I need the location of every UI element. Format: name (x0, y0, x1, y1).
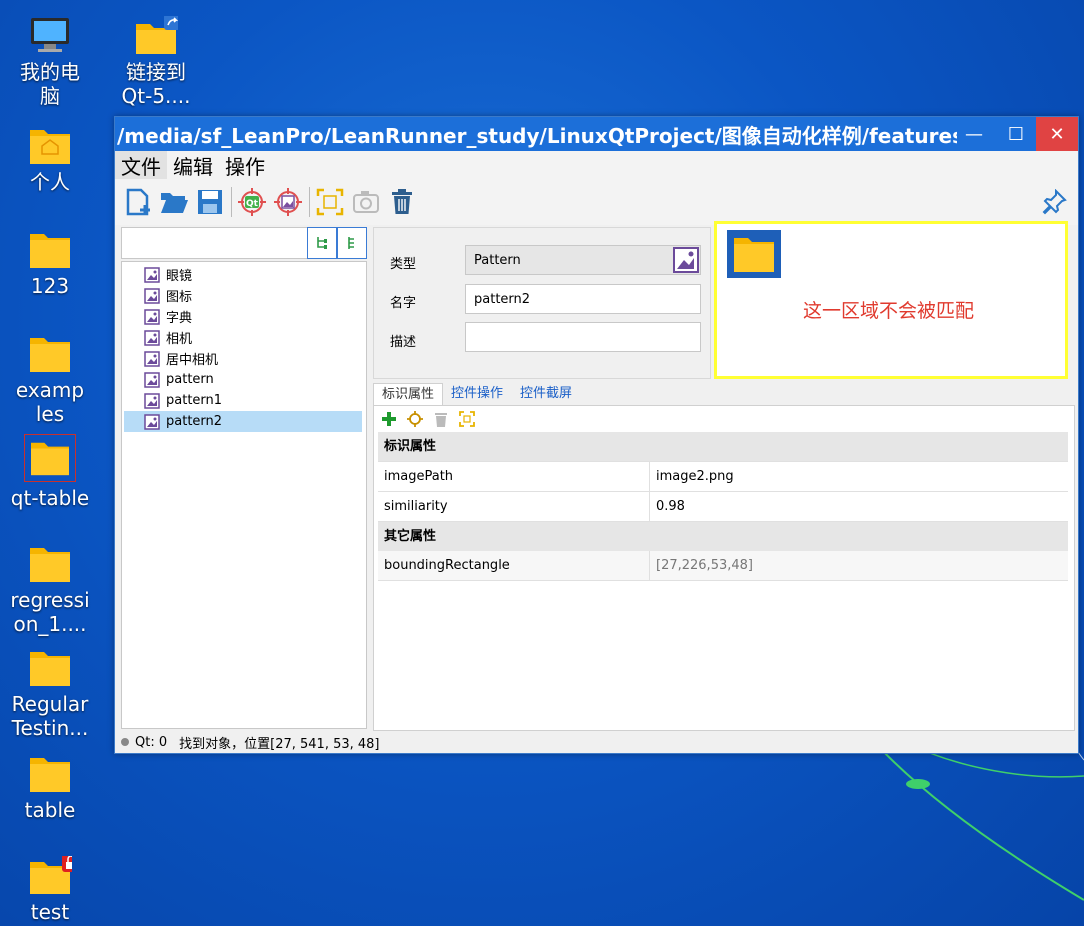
save-icon[interactable] (195, 187, 225, 217)
expand-tree-button[interactable] (307, 227, 337, 259)
new-file-icon[interactable] (123, 187, 153, 217)
identity-properties-panel: 标识属性 imagePath image2.png similiarity 0.98… (373, 405, 1075, 731)
pattern-image-icon (144, 392, 160, 409)
capture-region-icon[interactable] (315, 187, 345, 217)
desktop-icon-home[interactable]: 个人 (0, 126, 100, 194)
toolbar-separator (309, 187, 310, 217)
folder-icon (28, 544, 72, 584)
description-field[interactable] (465, 322, 701, 352)
section-other-properties[interactable]: 其它属性 (378, 522, 1068, 552)
title-bar[interactable]: /media/sf_LeanPro/LeanRunner_study/Linux… (115, 117, 1078, 151)
menu-file[interactable]: 文件 (115, 150, 167, 180)
toolbar: Qt (115, 179, 1078, 225)
window-title: /media/sf_LeanPro/LeanRunner_study/Linux… (117, 123, 957, 148)
capture-region-icon[interactable] (458, 410, 476, 428)
pin-icon[interactable] (1041, 189, 1067, 215)
desktop-icon-computer[interactable]: 我的电脑 (0, 16, 100, 108)
property-row-imagepath[interactable]: imagePath image2.png (378, 462, 1068, 492)
unmatched-region-note: 这一区域不会被匹配 (803, 300, 975, 322)
computer-icon (28, 16, 72, 56)
property-row-boundingrectangle[interactable]: boundingRectangle [27,226,53,48] (378, 551, 1068, 581)
menu-action[interactable]: 操作 (219, 151, 271, 180)
open-folder-icon[interactable] (159, 187, 189, 217)
folder-shortcut-icon (134, 14, 180, 56)
pattern-image-icon (144, 350, 160, 367)
app-window: /media/sf_LeanPro/LeanRunner_study/Linux… (114, 116, 1079, 754)
desktop-icon-regulartesting[interactable]: RegularTestin... (0, 648, 100, 740)
status-message: 找到对象，位置[27, 541, 53, 48] (179, 736, 380, 752)
collapse-tree-button[interactable] (337, 227, 367, 259)
minimize-button[interactable]: — (953, 117, 995, 151)
tree-item[interactable]: 图标 (124, 285, 362, 306)
home-folder-icon (28, 126, 72, 166)
tab-identity-properties[interactable]: 标识属性 (373, 383, 444, 406)
desktop-icon-qt-table[interactable]: qt-table (0, 434, 100, 510)
add-icon[interactable] (380, 410, 398, 428)
property-row-similiarity[interactable]: similiarity 0.98 (378, 492, 1068, 522)
type-label: 类型 (390, 257, 417, 272)
qt-spy-icon[interactable]: Qt (237, 187, 267, 217)
object-tree-panel: 眼镜 图标 字典 相机 居中相机 pattern pattern1 patter… (121, 227, 367, 729)
tab-control-operations[interactable]: 控件操作 (443, 383, 511, 405)
tree-search-input[interactable] (121, 227, 309, 259)
tree-item[interactable]: 居中相机 (124, 348, 362, 369)
tree-item[interactable]: pattern (124, 369, 362, 390)
pattern-image-icon (144, 413, 160, 430)
pattern-image-icon[interactable] (672, 246, 700, 274)
object-tree: 眼镜 图标 字典 相机 居中相机 pattern pattern1 patter… (121, 261, 367, 729)
tab-control-screenshot[interactable]: 控件截屏 (512, 383, 580, 405)
desktop-icon-examples[interactable]: examples (0, 334, 100, 426)
trash-icon[interactable] (387, 187, 417, 217)
name-label: 名字 (390, 296, 417, 311)
pattern-image-icon (144, 329, 160, 346)
desktop-icon-123[interactable]: 123 (0, 230, 100, 298)
desktop-icon-qt-link[interactable]: 链接到Qt-5.... (106, 14, 206, 108)
object-properties: 类型 Pattern 名字 pattern2 描述 (373, 227, 711, 379)
tree-item[interactable]: 字典 (124, 306, 362, 327)
camera-icon[interactable] (351, 187, 381, 217)
folder-icon (28, 230, 72, 270)
locate-icon[interactable] (406, 410, 424, 428)
status-bar: Qt: 0 找到对象，位置[27, 541, 53, 48] (115, 731, 1078, 753)
status-dot-icon (121, 738, 129, 746)
name-field[interactable]: pattern2 (465, 284, 701, 314)
close-button[interactable]: ✕ (1036, 117, 1078, 151)
pattern-image-icon (144, 371, 160, 388)
desktop-icon-regression[interactable]: regression_1.... (0, 544, 100, 636)
tree-item[interactable]: 眼镜 (124, 264, 362, 285)
folder-icon (28, 334, 72, 374)
description-label: 描述 (390, 335, 417, 350)
toolbar-separator (231, 187, 232, 217)
image-spy-icon[interactable] (273, 187, 303, 217)
menu-bar: 文件 编辑 操作 (115, 150, 1078, 180)
tree-item-selected[interactable]: pattern2 (124, 411, 362, 432)
menu-edit[interactable]: 编辑 (167, 151, 219, 180)
folder-icon (734, 238, 774, 272)
svg-text:Qt: Qt (246, 199, 259, 209)
tree-expand-icon (317, 237, 327, 249)
desktop-icon-test[interactable]: test (0, 854, 100, 924)
section-identity-properties[interactable]: 标识属性 (378, 432, 1068, 462)
pattern-image-icon (144, 308, 160, 325)
folder-icon (28, 754, 72, 794)
pattern-image-icon (144, 266, 160, 283)
maximize-button[interactable]: ☐ (995, 117, 1037, 151)
pattern-image-icon (144, 287, 160, 304)
pattern-preview: 这一区域不会被匹配 (714, 221, 1068, 379)
locked-folder-icon (28, 854, 80, 896)
folder-icon (28, 648, 72, 688)
qt-count: Qt: 0 (135, 734, 168, 750)
tree-item[interactable]: pattern1 (124, 390, 362, 411)
delete-icon[interactable] (432, 410, 450, 428)
tree-item[interactable]: 相机 (124, 327, 362, 348)
type-field: Pattern (465, 245, 701, 275)
tree-collapse-icon (348, 237, 354, 249)
folder-icon (24, 434, 76, 482)
desktop-icon-table[interactable]: table (0, 754, 100, 822)
pattern-thumbnail (727, 230, 781, 278)
